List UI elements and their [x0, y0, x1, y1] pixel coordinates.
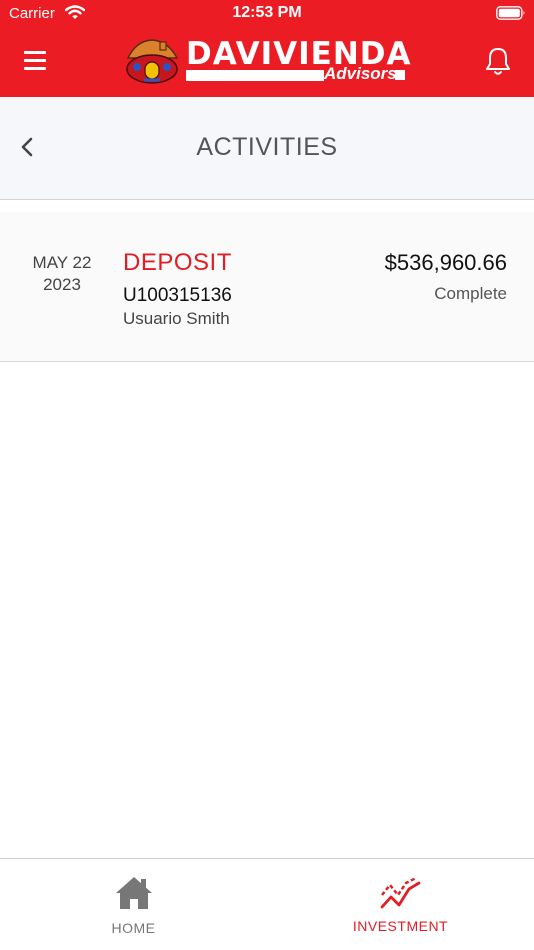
investment-chart-icon: [379, 875, 423, 916]
activity-date: MAY 22 2023: [16, 252, 108, 296]
home-icon: [114, 875, 154, 916]
notifications-button[interactable]: [484, 46, 512, 76]
tab-home[interactable]: HOME: [0, 859, 267, 950]
status-bar: Carrier 12:53 PM: [0, 0, 534, 28]
title-bar: ACTIVITIES: [0, 97, 534, 200]
bell-icon: [486, 48, 510, 75]
hamburger-icon-bar: [24, 51, 46, 54]
logo-bar: [186, 70, 324, 81]
tab-home-label: HOME: [111, 920, 156, 936]
activity-date-year: 2023: [43, 275, 81, 294]
app-screen: Carrier 12:53 PM DAVIVIENDA Advisors ACT…: [0, 0, 534, 950]
page-title: ACTIVITIES: [196, 133, 338, 161]
activity-type: DEPOSIT: [123, 249, 232, 276]
activity-date-day: MAY 22: [32, 253, 92, 272]
activity-account-name: Usuario Smith: [123, 309, 230, 328]
app-header: Carrier 12:53 PM DAVIVIENDA Advisors: [0, 0, 534, 97]
hamburger-icon-bar: [24, 67, 46, 70]
activity-status: Complete: [434, 284, 507, 303]
house-logo-icon: [126, 39, 179, 84]
status-time: 12:53 PM: [232, 4, 302, 21]
activity-account-id: U100315136: [123, 285, 232, 306]
tab-investment-label: INVESTMENT: [352, 918, 449, 934]
tab-investment[interactable]: INVESTMENT: [267, 859, 534, 950]
bottom-tab-bar: HOME INVESTMENT: [0, 858, 534, 950]
hamburger-icon-bar: [24, 59, 46, 62]
davivienda-logo: DAVIVIENDA Advisors: [124, 38, 411, 86]
logo-sub-text: Advisors: [324, 64, 397, 83]
activity-row[interactable]: MAY 22 2023 DEPOSIT U100315136 Usuario S…: [0, 212, 534, 362]
logo-square: [395, 70, 405, 80]
menu-button[interactable]: [22, 50, 50, 72]
activity-amount: $536,960.66: [384, 250, 507, 275]
battery-icon: [496, 6, 526, 26]
